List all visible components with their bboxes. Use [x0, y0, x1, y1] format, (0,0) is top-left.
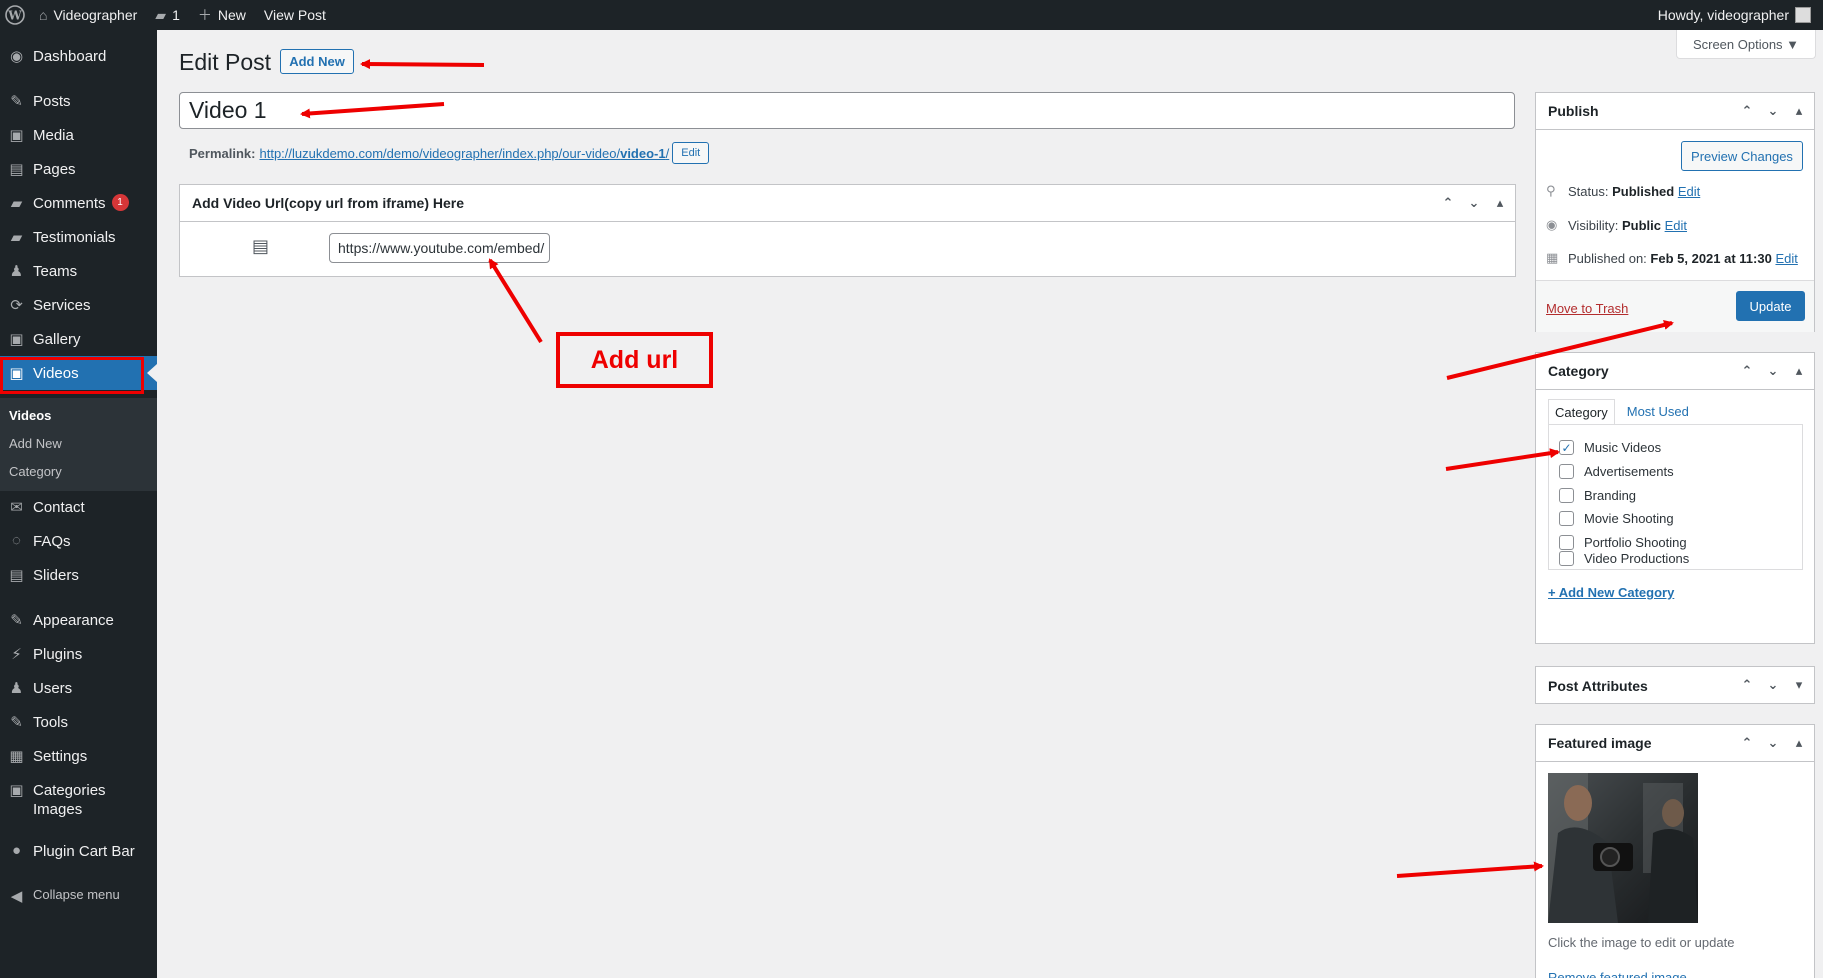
arrow-add-new	[360, 59, 485, 70]
arrow-update	[1446, 320, 1674, 380]
arrow-featured-image	[1396, 861, 1544, 878]
arrow-music-videos	[1445, 448, 1560, 471]
arrow-video-url	[488, 258, 543, 344]
arrow-post-title	[300, 102, 445, 119]
annotation-arrows	[300, 59, 1674, 878]
